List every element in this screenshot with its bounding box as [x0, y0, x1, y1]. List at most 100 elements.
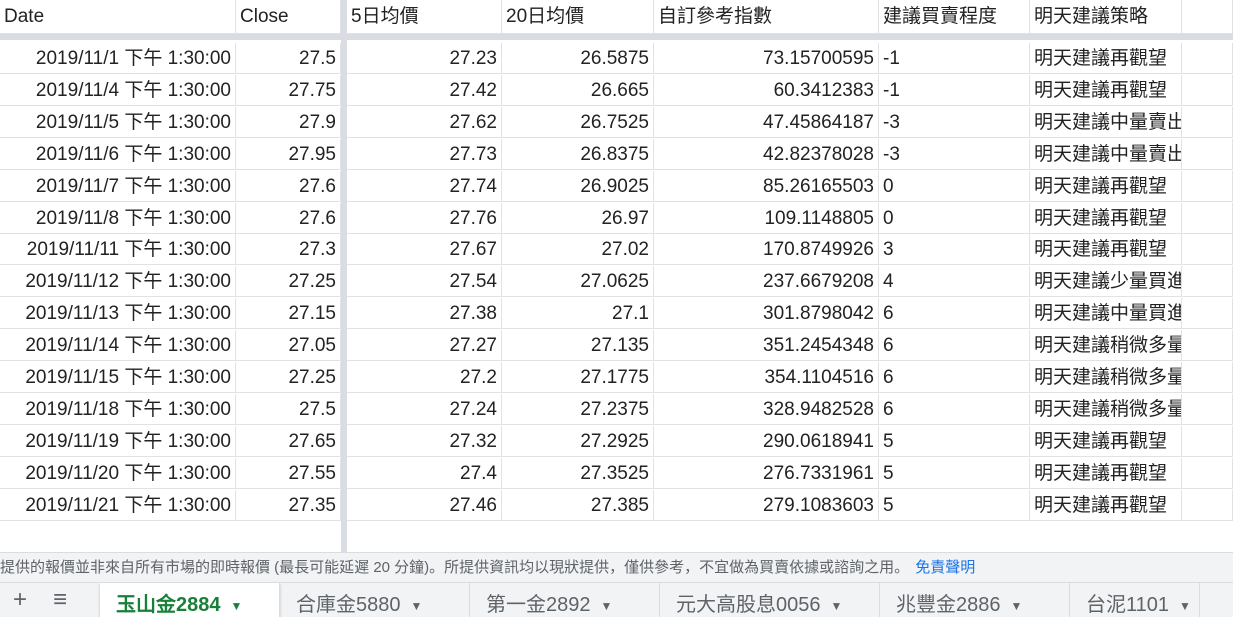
cell-custom-index[interactable]: 42.82378028: [654, 138, 879, 170]
column-header-empty[interactable]: [1182, 0, 1233, 34]
cell-ma20[interactable]: 26.8375: [502, 138, 654, 170]
cell-ma20[interactable]: 26.7525: [502, 106, 654, 138]
cell-custom-index[interactable]: 301.8798042: [654, 298, 879, 330]
cell-empty[interactable]: [1182, 234, 1233, 266]
cell-custom-index[interactable]: 47.45864187: [654, 106, 879, 138]
cell-ma5[interactable]: 27.24: [347, 393, 502, 425]
frozen-row-divider[interactable]: [0, 34, 1233, 40]
cell-ma5[interactable]: 27.73: [347, 138, 502, 170]
cell-suggestion-level[interactable]: 0: [879, 202, 1030, 234]
sheet-tab[interactable]: 台泥1101 ▼: [1070, 583, 1200, 617]
cell-close[interactable]: 27.05: [236, 330, 341, 362]
column-header-close[interactable]: Close: [236, 0, 341, 34]
dropdown-caret-icon[interactable]: ▼: [601, 599, 613, 613]
cell-close[interactable]: 27.65: [236, 425, 341, 457]
cell-suggestion-level[interactable]: 6: [879, 393, 1030, 425]
cell-strategy[interactable]: 明天建議稍微多量買進: [1030, 393, 1182, 425]
cell-ma5[interactable]: 27.42: [347, 74, 502, 106]
cell-strategy[interactable]: 明天建議稍微多量買進: [1030, 330, 1182, 362]
cell-empty[interactable]: [1182, 106, 1233, 138]
dropdown-caret-icon[interactable]: ▼: [231, 599, 243, 613]
cell-close[interactable]: 27.75: [236, 74, 341, 106]
cell-strategy[interactable]: 明天建議中量買進: [1030, 298, 1182, 330]
spreadsheet-grid[interactable]: Date Close 5日均價 20日均價 自訂參考指數 建議買賣程度 明天建議…: [0, 0, 1233, 552]
cell-strategy[interactable]: 明天建議再觀望: [1030, 202, 1182, 234]
cell-close[interactable]: 27.3: [236, 234, 341, 266]
cell-suggestion-level[interactable]: -3: [879, 106, 1030, 138]
frozen-column-divider[interactable]: [341, 0, 347, 552]
cell-empty[interactable]: [1182, 266, 1233, 298]
cell-empty[interactable]: [1182, 298, 1233, 330]
cell-strategy[interactable]: 明天建議少量買進: [1030, 266, 1182, 298]
disclaimer-link[interactable]: 免責聲明: [915, 559, 975, 576]
column-header-date[interactable]: Date: [0, 0, 236, 34]
cell-strategy[interactable]: 明天建議再觀望: [1030, 457, 1182, 489]
cell-date[interactable]: 2019/11/1 下午 1:30:00: [0, 43, 236, 74]
cell-ma5[interactable]: 27.27: [347, 330, 502, 362]
cell-empty[interactable]: [1182, 170, 1233, 202]
cell-empty[interactable]: [1182, 202, 1233, 234]
cell-ma5[interactable]: 27.46: [347, 489, 502, 521]
cell-close[interactable]: 27.5: [236, 393, 341, 425]
column-header-suggestion-level[interactable]: 建議買賣程度: [879, 0, 1030, 34]
cell-strategy[interactable]: 明天建議再觀望: [1030, 489, 1182, 521]
cell-date[interactable]: 2019/11/5 下午 1:30:00: [0, 106, 236, 138]
cell-close[interactable]: 27.15: [236, 298, 341, 330]
cell-ma20[interactable]: 26.5875: [502, 43, 654, 74]
cell-close[interactable]: 27.25: [236, 362, 341, 393]
cell-ma20[interactable]: 27.385: [502, 489, 654, 521]
cell-custom-index[interactable]: 351.2454348: [654, 330, 879, 362]
cell-close[interactable]: 27.95: [236, 138, 341, 170]
cell-ma5[interactable]: 27.23: [347, 43, 502, 74]
cell-strategy[interactable]: 明天建議中量賣出: [1030, 106, 1182, 138]
cell-custom-index[interactable]: 237.6679208: [654, 266, 879, 298]
add-sheet-button[interactable]: +: [0, 583, 40, 617]
sheet-tab[interactable]: 第一金2892 ▼: [470, 583, 660, 617]
cell-custom-index[interactable]: 170.8749926: [654, 234, 879, 266]
cell-ma5[interactable]: 27.76: [347, 202, 502, 234]
sheet-tab[interactable]: 玉山金2884 ▼: [100, 583, 280, 617]
cell-close[interactable]: 27.55: [236, 457, 341, 489]
cell-date[interactable]: 2019/11/12 下午 1:30:00: [0, 266, 236, 298]
cell-suggestion-level[interactable]: -3: [879, 138, 1030, 170]
cell-ma20[interactable]: 27.1: [502, 298, 654, 330]
cell-suggestion-level[interactable]: 5: [879, 489, 1030, 521]
column-header-strategy[interactable]: 明天建議策略: [1030, 0, 1182, 34]
cell-ma20[interactable]: 27.135: [502, 330, 654, 362]
sheet-tab[interactable]: 元大高股息0056 ▼: [660, 583, 880, 617]
cell-close[interactable]: 27.25: [236, 266, 341, 298]
cell-empty[interactable]: [1182, 362, 1233, 393]
cell-ma5[interactable]: 27.4: [347, 457, 502, 489]
cell-ma5[interactable]: 27.74: [347, 170, 502, 202]
cell-ma20[interactable]: 27.2925: [502, 425, 654, 457]
cell-ma20[interactable]: 26.9025: [502, 170, 654, 202]
cell-ma5[interactable]: 27.62: [347, 106, 502, 138]
cell-date[interactable]: 2019/11/14 下午 1:30:00: [0, 330, 236, 362]
cell-date[interactable]: 2019/11/6 下午 1:30:00: [0, 138, 236, 170]
cell-custom-index[interactable]: 279.1083603: [654, 489, 879, 521]
cell-custom-index[interactable]: 85.26165503: [654, 170, 879, 202]
column-header-ma20[interactable]: 20日均價: [502, 0, 654, 34]
cell-date[interactable]: 2019/11/20 下午 1:30:00: [0, 457, 236, 489]
cell-strategy[interactable]: 明天建議稍微多量買進: [1030, 362, 1182, 393]
cell-date[interactable]: 2019/11/21 下午 1:30:00: [0, 489, 236, 521]
sheet-tab[interactable]: 兆豐金2886 ▼: [880, 583, 1070, 617]
cell-date[interactable]: 2019/11/11 下午 1:30:00: [0, 234, 236, 266]
cell-ma5[interactable]: 27.38: [347, 298, 502, 330]
cell-suggestion-level[interactable]: 3: [879, 234, 1030, 266]
cell-suggestion-level[interactable]: 6: [879, 298, 1030, 330]
cell-date[interactable]: 2019/11/13 下午 1:30:00: [0, 298, 236, 330]
cell-suggestion-level[interactable]: -1: [879, 74, 1030, 106]
cell-ma20[interactable]: 27.02: [502, 234, 654, 266]
cell-custom-index[interactable]: 290.0618941: [654, 425, 879, 457]
cell-close[interactable]: 27.6: [236, 202, 341, 234]
cell-suggestion-level[interactable]: 5: [879, 425, 1030, 457]
cell-strategy[interactable]: 明天建議再觀望: [1030, 425, 1182, 457]
sheet-tab[interactable]: 合庫金5880 ▼: [280, 583, 470, 617]
cell-date[interactable]: 2019/11/18 下午 1:30:00: [0, 393, 236, 425]
cell-ma20[interactable]: 27.2375: [502, 393, 654, 425]
cell-strategy[interactable]: 明天建議中量賣出: [1030, 138, 1182, 170]
cell-strategy[interactable]: 明天建議再觀望: [1030, 170, 1182, 202]
cell-ma20[interactable]: 27.1775: [502, 362, 654, 393]
dropdown-caret-icon[interactable]: ▼: [1179, 599, 1191, 613]
